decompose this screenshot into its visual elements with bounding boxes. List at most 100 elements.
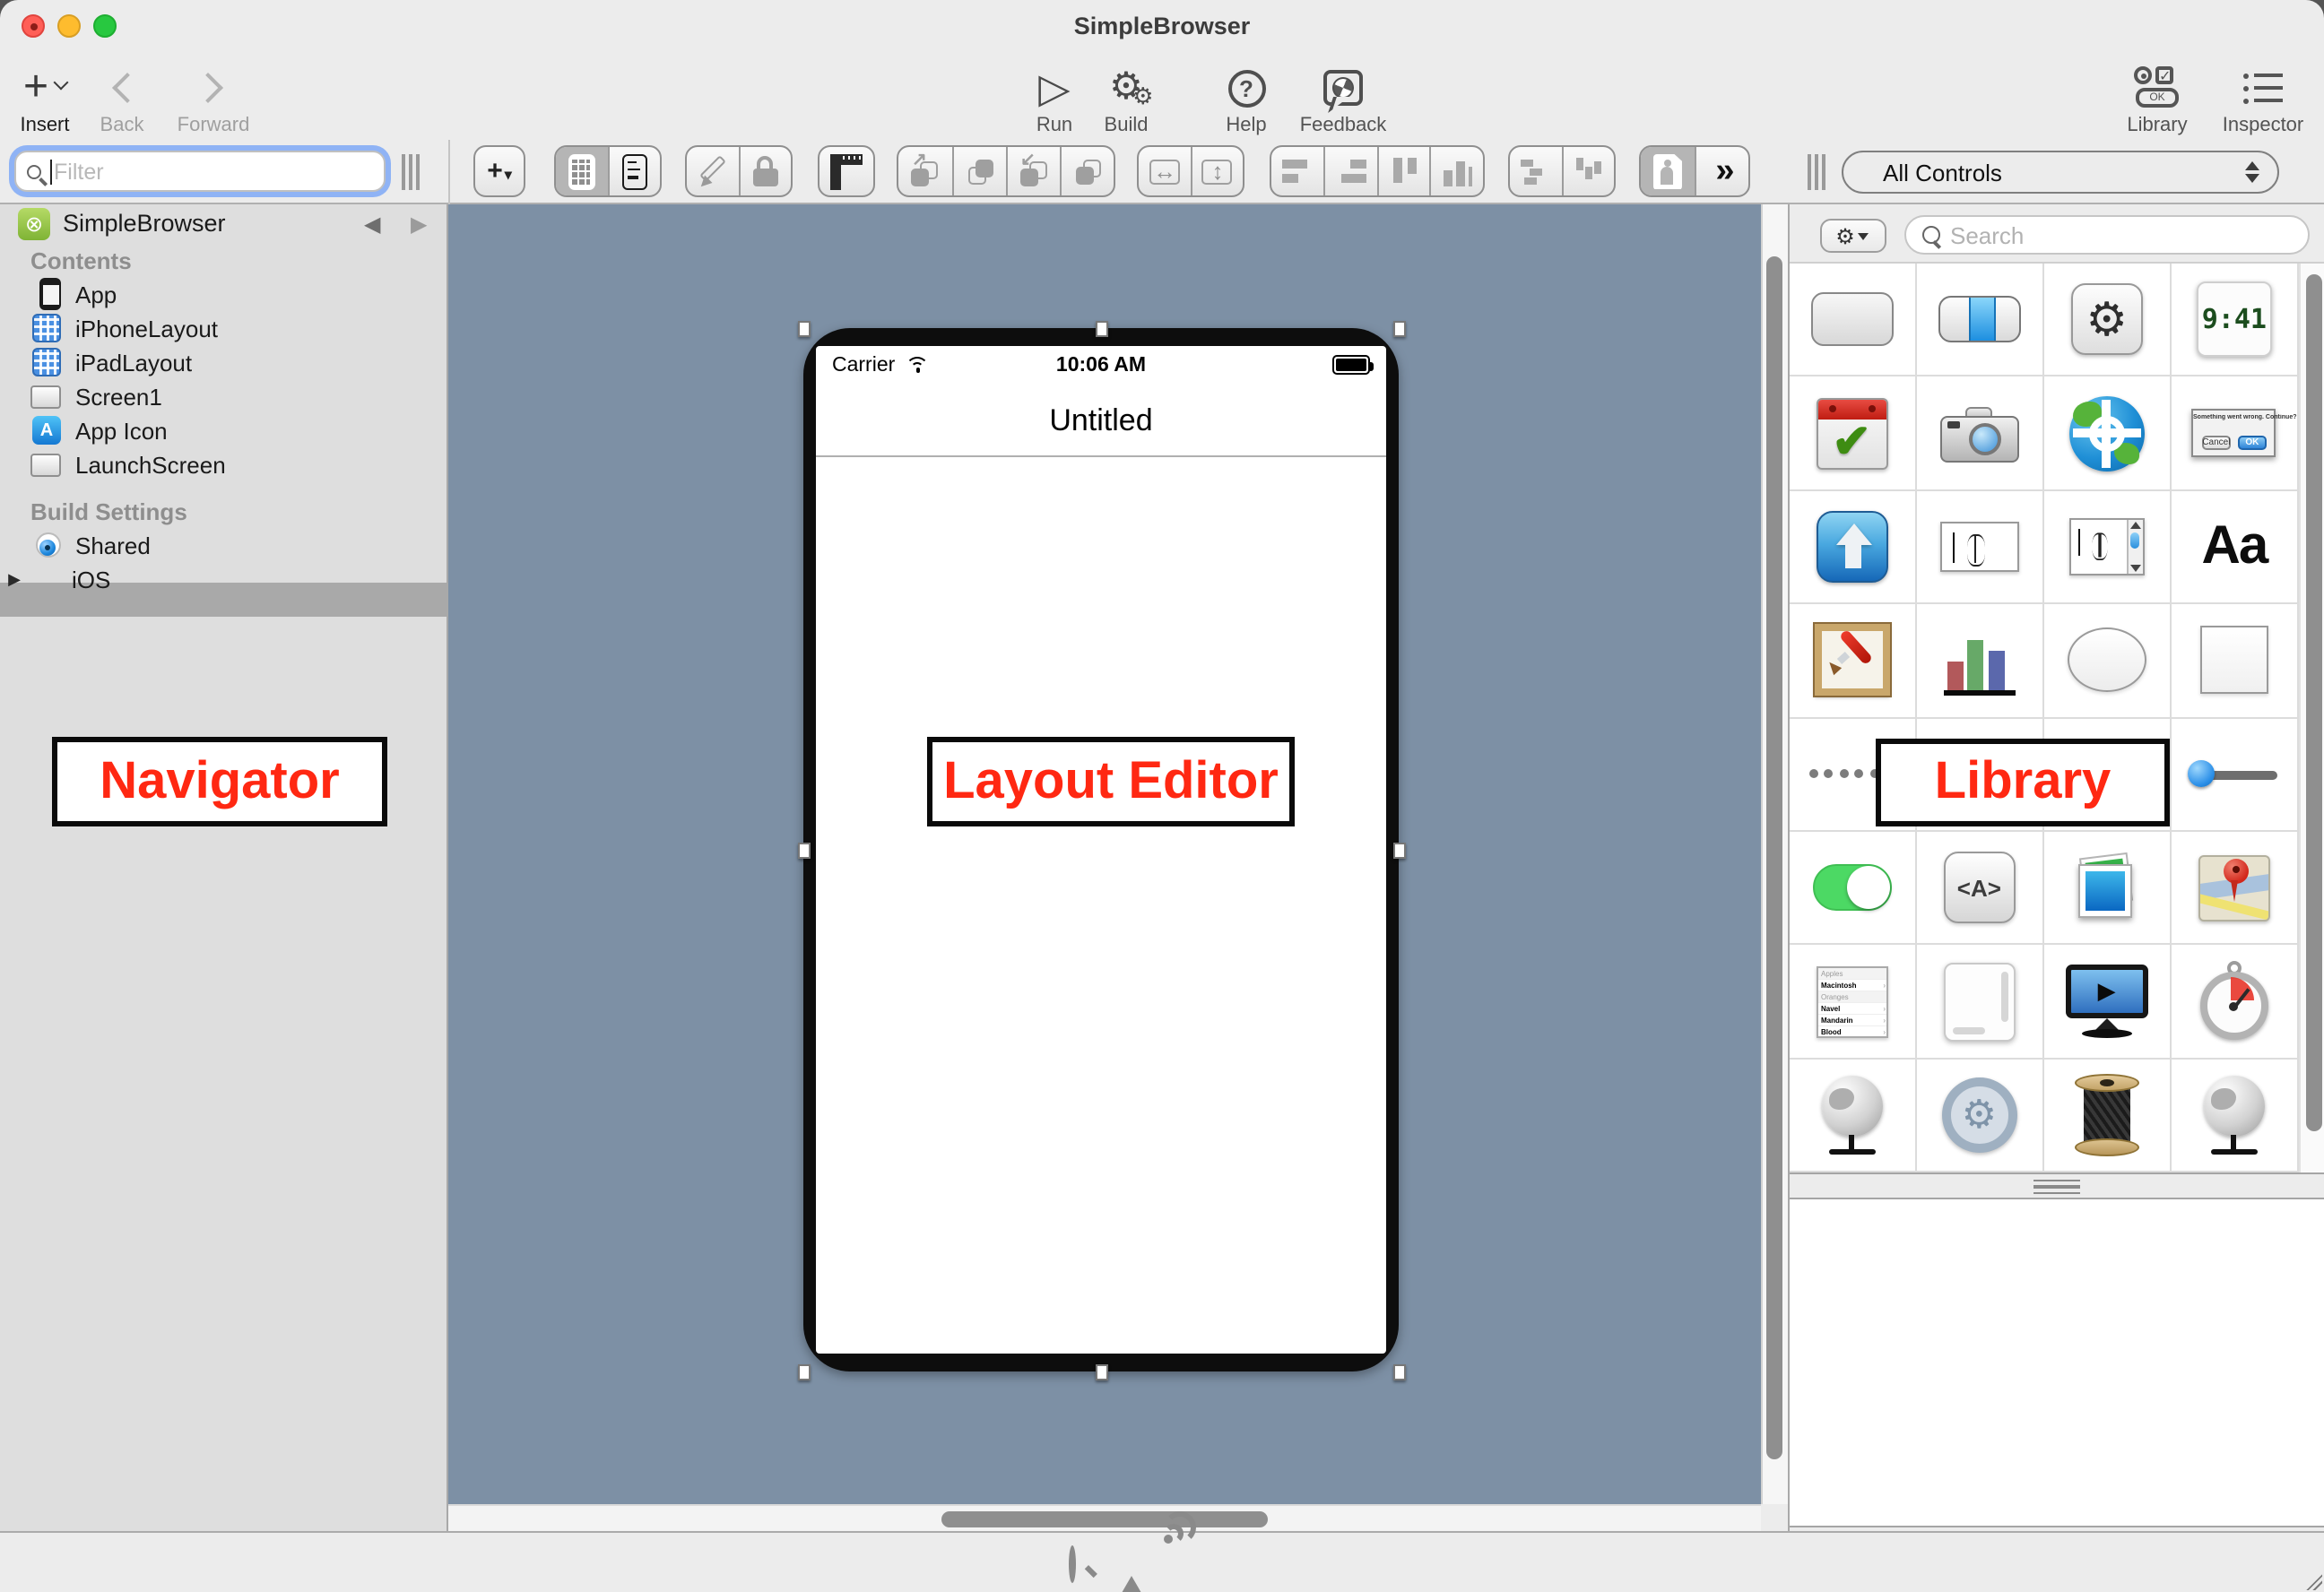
vertical-scroll-thumb[interactable]	[1766, 256, 1782, 1459]
layout-view-button[interactable]	[556, 147, 608, 195]
align-left-button[interactable]	[1271, 147, 1324, 195]
canvas-vertical-scrollbar[interactable]	[1761, 204, 1787, 1504]
oval-shape-icon	[2068, 628, 2146, 693]
feedback-button[interactable]: Feedback	[1288, 57, 1399, 136]
form-view-button[interactable]	[608, 147, 660, 195]
library-item-photos[interactable]	[2044, 832, 2172, 946]
inspector-toggle-button[interactable]: Inspector	[2213, 57, 2313, 136]
library-item-textarea[interactable]	[2044, 491, 2172, 605]
library-item-button[interactable]	[1789, 264, 1916, 377]
sidebar-item-ipadlayout[interactable]: iPadLayout	[0, 345, 448, 379]
window-icon	[30, 385, 61, 408]
sidebar-item-iphonelayout[interactable]: iPhoneLayout	[0, 311, 448, 345]
selection-handle-bottom-left[interactable]	[797, 1363, 810, 1380]
library-item-settings[interactable]: ⚙	[2044, 264, 2172, 377]
add-element-button[interactable]: +▾	[473, 145, 525, 197]
bring-to-front-button[interactable]: ↗	[898, 147, 952, 195]
resize-vertical-button[interactable]: ↕	[1191, 147, 1243, 195]
edit-button[interactable]	[687, 147, 739, 195]
layout-editor-canvas[interactable]: Carrier 10:06 AM Untitled	[448, 204, 1761, 1504]
library-toggle-button[interactable]: ✓OK Library	[2116, 57, 2198, 136]
library-options-button[interactable]: ⚙	[1819, 219, 1886, 253]
sidebar-resize-handle[interactable]	[402, 154, 423, 190]
library-item-map[interactable]	[2172, 832, 2299, 946]
sidebar-item-appicon[interactable]: A App Icon	[0, 413, 448, 447]
attributes-inspector-button[interactable]	[1641, 147, 1695, 195]
history-back-button[interactable]: ◀	[364, 206, 380, 240]
disclosure-triangle-icon[interactable]: ▶	[0, 569, 29, 589]
more-inspectors-button[interactable]: »	[1695, 147, 1748, 195]
send-to-back-button[interactable]	[1060, 147, 1114, 195]
library-item-alert[interactable]: Something went wrong. Continue? CancelOK	[2172, 377, 2299, 491]
library-item-rectangle[interactable]	[2172, 604, 2299, 718]
selection-handle-mid-right[interactable]	[1392, 842, 1405, 858]
library-item-oval[interactable]	[2044, 604, 2172, 718]
align-bottom-button[interactable]	[1430, 147, 1483, 195]
bring-forward-button[interactable]	[952, 147, 1006, 195]
library-splitter[interactable]	[1789, 1172, 2324, 1199]
library-item-web[interactable]	[2172, 1059, 2299, 1172]
sidebar-item-ios[interactable]: ▶ iOS	[0, 562, 448, 596]
horizontal-scroll-thumb[interactable]	[941, 1511, 1268, 1527]
back-button[interactable]: Back	[90, 57, 154, 136]
resize-horizontal-button[interactable]: ↔	[1139, 147, 1191, 195]
selection-handle-top-right[interactable]	[1392, 320, 1405, 336]
selection-handle-top-left[interactable]	[797, 320, 810, 336]
controls-filter-dropdown[interactable]: All Controls	[1842, 151, 2279, 194]
library-scrollbar[interactable]	[2299, 264, 2324, 1172]
library-item-textfield[interactable]	[1916, 491, 2043, 605]
status-warnings-button[interactable]	[1112, 1545, 1151, 1578]
library-item-webview[interactable]: <A>	[1916, 832, 2043, 946]
help-button[interactable]: ? Help	[1212, 57, 1280, 136]
insert-button[interactable]: + Insert	[11, 57, 79, 136]
run-button[interactable]: ▷ Run	[1022, 57, 1087, 136]
align-right-button[interactable]	[1324, 147, 1377, 195]
library-item-service[interactable]: ⚙	[1916, 1059, 2043, 1172]
phone-mockup[interactable]: Carrier 10:06 AM Untitled	[803, 328, 1399, 1371]
library-item-calendar[interactable]: ✔	[1789, 377, 1916, 491]
library-item-chart[interactable]	[1916, 604, 2043, 718]
status-search-button[interactable]	[1069, 1549, 1076, 1581]
lock-button[interactable]	[739, 147, 791, 195]
sidebar-item-shared[interactable]: Shared	[0, 528, 448, 562]
canvas-horizontal-scrollbar[interactable]	[448, 1504, 1761, 1531]
project-row[interactable]: ⊗ SimpleBrowser	[0, 206, 448, 240]
library-search-input[interactable]: Search	[1903, 215, 2309, 255]
forward-button[interactable]: Forward	[165, 57, 262, 136]
sidebar-item-screen1[interactable]: Screen1	[0, 379, 448, 413]
library-item-picker[interactable]: Apples Macintosh› Oranges Navel› Mandari…	[1789, 946, 1916, 1060]
window-resize-grip[interactable]	[2306, 1574, 2322, 1590]
selection-handle-mid-left[interactable]	[797, 842, 810, 858]
selection-handle-bottom-center[interactable]	[1095, 1363, 1107, 1380]
history-forward-button[interactable]: ▶	[411, 206, 427, 240]
distribute-vertical-button[interactable]	[1562, 147, 1614, 195]
library-scroll-thumb[interactable]	[2306, 274, 2321, 1131]
send-backward-button[interactable]: ↙	[1006, 147, 1060, 195]
library-item-label[interactable]: Aa	[2172, 491, 2299, 605]
filter-input[interactable]: Filter	[14, 151, 386, 192]
ruler-icon	[830, 153, 863, 189]
library-item-scrollview[interactable]	[1916, 946, 2043, 1060]
selection-handle-bottom-right[interactable]	[1392, 1363, 1405, 1380]
sidebar-item-app[interactable]: App	[0, 277, 448, 311]
library-item-segmented-control[interactable]	[1916, 264, 2043, 377]
library-item-slider[interactable]	[2172, 718, 2299, 832]
phone-screen[interactable]: Carrier 10:06 AM Untitled	[816, 346, 1386, 1354]
library-item-location[interactable]	[2044, 377, 2172, 491]
panel-resize-handle[interactable]	[1808, 154, 1829, 190]
align-top-button[interactable]	[1377, 147, 1430, 195]
library-item-network[interactable]	[1789, 1059, 1916, 1172]
build-button[interactable]: ⚙⚙ Build	[1090, 57, 1162, 136]
ruler-button[interactable]	[818, 145, 875, 197]
library-item-datetime[interactable]: 9:41	[2172, 264, 2299, 377]
library-item-timer[interactable]	[2172, 946, 2299, 1060]
library-item-imageview[interactable]	[1789, 604, 1916, 718]
library-item-videoplayer[interactable]: ▶	[2044, 946, 2172, 1060]
distribute-horizontal-button[interactable]	[1510, 147, 1562, 195]
sidebar-item-launchscreen[interactable]: LaunchScreen	[0, 447, 448, 481]
library-item-switch[interactable]	[1789, 832, 1916, 946]
library-item-camera[interactable]	[1916, 377, 2043, 491]
selection-handle-top-center[interactable]	[1095, 320, 1107, 336]
library-item-thread[interactable]	[2044, 1059, 2172, 1172]
library-item-share[interactable]	[1789, 491, 1916, 605]
